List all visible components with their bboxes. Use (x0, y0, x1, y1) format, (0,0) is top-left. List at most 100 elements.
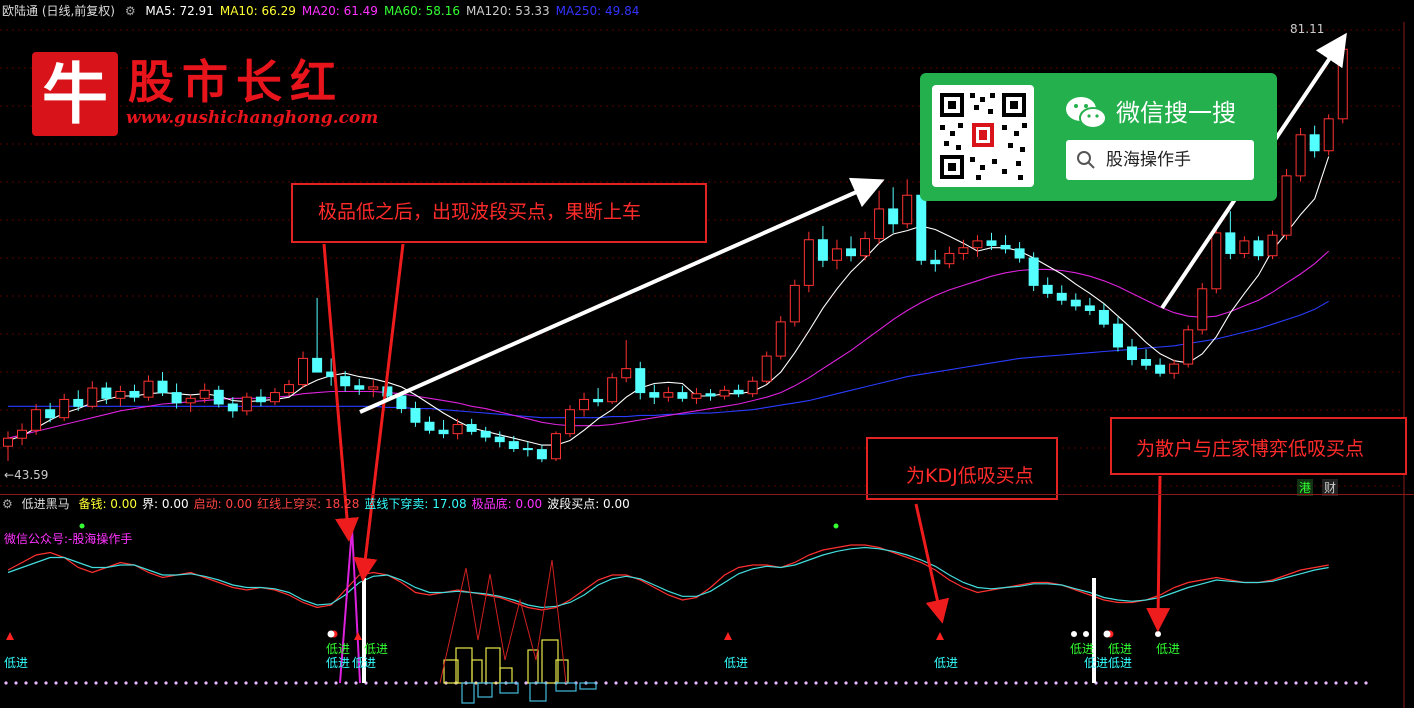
baseline-dot (984, 681, 988, 685)
candle-body (1169, 363, 1180, 374)
baseline-dot (524, 681, 528, 685)
baseline-dot (54, 681, 58, 685)
wechat-search-box[interactable]: 股海操作手 (1066, 140, 1254, 180)
candle-body (944, 252, 955, 265)
baseline-dot (84, 681, 88, 685)
candle-body (902, 194, 913, 225)
candle-body (185, 397, 196, 404)
baseline-dot (664, 681, 668, 685)
baseline-dot (374, 681, 378, 685)
candle-body (1267, 234, 1278, 257)
baseline-dot (1354, 681, 1358, 685)
candle-body (227, 403, 238, 412)
baseline-dot (1114, 681, 1118, 685)
baseline-dot (254, 681, 258, 685)
candle-body (775, 321, 786, 357)
baseline-dot (1344, 681, 1348, 685)
low-entry-label: 低进 (724, 656, 749, 670)
baseline-dot (974, 681, 978, 685)
candle-body (171, 392, 182, 404)
baseline-dot (114, 681, 118, 685)
baseline-dot (164, 681, 168, 685)
baseline-dot (344, 681, 348, 685)
high-price-mark: 81.11 (1290, 22, 1325, 36)
candle-body (241, 396, 252, 412)
baseline-dot (274, 681, 278, 685)
candle-body (972, 240, 983, 249)
candle-body (1281, 175, 1292, 236)
baseline-dot (724, 681, 728, 685)
low-entry-triangle (724, 632, 732, 640)
candle-body (1028, 257, 1039, 286)
baseline-dot (44, 681, 48, 685)
baseline-dot (1054, 681, 1058, 685)
baseline-dot (1244, 681, 1248, 685)
baseline-dot (1204, 681, 1208, 685)
baseline-dot (34, 681, 38, 685)
candle-body (607, 377, 618, 403)
baseline-dot (1004, 681, 1008, 685)
low-entry-label: 低进 (364, 642, 389, 656)
indicator-header: ⚙ 低进黑马 备钱: 0.00 界: 0.00 启动: 0.00 红线上穿买: 18.… (0, 494, 1414, 513)
candle-body (1127, 346, 1137, 361)
indicator-field: 启动: 0.00 (193, 497, 253, 511)
candle-body (733, 389, 744, 395)
stock-title[interactable]: 欧陆通 (日线,前复权) (2, 4, 115, 18)
candle-body (1225, 232, 1236, 254)
baseline-dot (64, 681, 68, 685)
low-entry-triangle (354, 632, 362, 640)
baseline-dot (624, 681, 628, 685)
indicator-icon[interactable]: ⚙ (2, 497, 13, 511)
candle-body (298, 357, 309, 386)
baseline-dot (4, 681, 8, 685)
baseline-dot (634, 681, 638, 685)
candle-body (1084, 305, 1095, 311)
baseline-dot (1084, 681, 1088, 685)
candle-body (101, 387, 112, 399)
baseline-dot (874, 681, 878, 685)
settings-icon[interactable]: ⚙ (125, 4, 136, 18)
indicator-wechat-label: 微信公众号:-股海操作手 (4, 532, 133, 546)
baseline-dot (734, 681, 738, 685)
candle-body (705, 393, 716, 397)
baseline-dot (794, 681, 798, 685)
indicator-field: 波段买点: 0.00 (547, 497, 630, 511)
low-entry-triangle (6, 632, 14, 640)
ma-legend-item: MA10: 66.29 (219, 4, 296, 18)
candle-body (410, 408, 421, 423)
baseline-dot (264, 681, 268, 685)
baseline-dot (14, 681, 18, 685)
baseline-dot (394, 681, 398, 685)
indicator-field: 极品底: 0.00 (471, 497, 543, 511)
candle-body (396, 395, 407, 410)
candle-body (424, 421, 435, 431)
baseline-dot (914, 681, 918, 685)
baseline-dot (774, 681, 778, 685)
baseline-dot (614, 681, 618, 685)
baseline-dot (1184, 681, 1188, 685)
low-entry-label: 低进 (326, 656, 351, 670)
yellow-block (485, 647, 501, 684)
cyan-block (579, 682, 597, 690)
indicator-name[interactable]: 低进黑马 (22, 497, 70, 511)
candle-body (635, 368, 646, 394)
baseline-dot (1274, 681, 1278, 685)
candle-body (1239, 240, 1250, 254)
qr-code (932, 85, 1034, 187)
baseline-dot (644, 681, 648, 685)
candle-body (213, 389, 224, 405)
red-arrow (322, 243, 359, 542)
baseline-dot (804, 681, 808, 685)
baseline-dot (384, 681, 388, 685)
baseline-dot (764, 681, 768, 685)
red-spike-line (439, 559, 567, 684)
baseline-dot (1194, 681, 1198, 685)
candle-body (846, 248, 856, 257)
candle-body (255, 396, 266, 403)
baseline-dot (674, 681, 678, 685)
yellow-block (499, 667, 513, 684)
candle-body (452, 424, 463, 435)
baseline-dot (714, 681, 718, 685)
baseline-dot (994, 681, 998, 685)
candle-body (621, 368, 632, 379)
